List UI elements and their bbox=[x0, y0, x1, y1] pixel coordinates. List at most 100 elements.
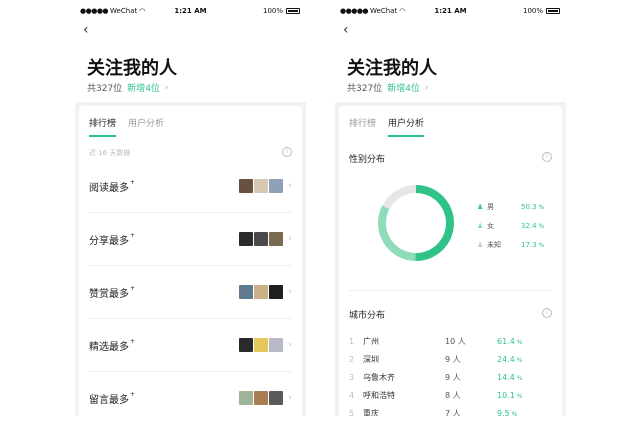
city-rank: 4 bbox=[349, 390, 355, 400]
tab-ranking[interactable]: 排行榜 bbox=[89, 116, 117, 137]
avatar-group bbox=[239, 338, 284, 352]
city-rank: 1 bbox=[349, 336, 355, 346]
content-card: 排行榜 用户分析 近 16 天数据 i 阅读最多+ › 分享最多+ › 赞赏最多+ › 精选… bbox=[79, 106, 302, 416]
content-card: 排行榜 用户分析 性别分布 i ♟ 男 50.3 % ♟ 女 32.4 % ♟ 未知 17.3 … bbox=[339, 106, 562, 416]
legend-label: 男 bbox=[487, 203, 494, 211]
plus-mark: + bbox=[130, 390, 136, 398]
percent-unit: % bbox=[536, 242, 545, 249]
percent-unit: % bbox=[509, 410, 518, 417]
city-count: 9 人 bbox=[445, 372, 461, 382]
percent-unit: % bbox=[536, 204, 545, 211]
avatar-group bbox=[239, 391, 284, 405]
ranking-label: 留言最多+ bbox=[89, 390, 136, 406]
ranking-row[interactable]: 阅读最多+ › bbox=[89, 176, 292, 196]
avatar bbox=[254, 391, 269, 405]
avatar bbox=[239, 179, 254, 193]
follower-summary: 共327位 新增4位 › bbox=[87, 81, 169, 95]
city-row: 4 呼和浩特 8 人 10.1 % bbox=[349, 388, 552, 402]
chevron-right-icon: › bbox=[288, 287, 292, 297]
page-header: ‹ 关注我的人 共327位 新增4位 › bbox=[335, 20, 566, 102]
battery-icon bbox=[286, 8, 300, 14]
percent-unit: % bbox=[514, 374, 523, 382]
battery-icon bbox=[546, 8, 560, 14]
page-title: 关注我的人 bbox=[347, 58, 437, 79]
city-row: 1 广州 10 人 61.4 % bbox=[349, 334, 552, 348]
legend-value: 50.3 % bbox=[521, 203, 545, 211]
ranking-row[interactable]: 留言最多+ › bbox=[89, 388, 292, 408]
phone-screen-analysis: ●●●●● WeChat ◠ 1:21 AM 100% ‹ 关注我的人 共327位 … bbox=[335, 0, 566, 416]
chevron-right-icon: › bbox=[288, 393, 292, 403]
city-row: 3 乌鲁木齐 9 人 14.4 % bbox=[349, 370, 552, 384]
avatar bbox=[254, 232, 269, 246]
avatar bbox=[239, 232, 254, 246]
ranking-row[interactable]: 精选最多+ › bbox=[89, 335, 292, 355]
city-count: 9 人 bbox=[445, 354, 461, 364]
legend-label: 未知 bbox=[487, 241, 501, 249]
legend-label: 女 bbox=[487, 222, 494, 230]
avatar bbox=[239, 285, 254, 299]
ranking-label: 精选最多+ bbox=[89, 337, 136, 353]
status-bar: ●●●●● WeChat ◠ 1:21 AM 100% bbox=[75, 0, 306, 20]
avatar bbox=[254, 338, 269, 352]
tab-user-analysis[interactable]: 用户分析 bbox=[388, 116, 425, 137]
city-percent: 14.4 % bbox=[497, 372, 523, 382]
ranking-label: 阅读最多+ bbox=[89, 178, 136, 194]
chevron-right-icon: › bbox=[424, 82, 429, 93]
info-icon[interactable]: i bbox=[542, 152, 552, 162]
city-count: 8 人 bbox=[445, 390, 461, 400]
period-label: 近 16 天数据 bbox=[89, 149, 131, 157]
city-name: 乌鲁木齐 bbox=[363, 372, 395, 382]
divider bbox=[89, 371, 292, 372]
percent-unit: % bbox=[514, 356, 523, 364]
avatar-group bbox=[239, 179, 284, 193]
chevron-right-icon: › bbox=[288, 234, 292, 244]
ranking-row[interactable]: 分享最多+ › bbox=[89, 229, 292, 249]
legend-value: 17.3 % bbox=[521, 241, 545, 249]
ranking-label: 分享最多+ bbox=[89, 231, 136, 247]
battery-label: 100% bbox=[262, 7, 283, 15]
legend-item: ♟ 男 50.3 % bbox=[477, 202, 544, 212]
donut-slice bbox=[382, 185, 416, 210]
divider bbox=[349, 290, 552, 291]
ranking-row[interactable]: 赞赏最多+ › bbox=[89, 282, 292, 302]
battery-label: 100% bbox=[522, 7, 543, 15]
divider bbox=[89, 212, 292, 213]
info-icon[interactable]: i bbox=[282, 147, 292, 157]
legend-item: ♟ 女 32.4 % bbox=[477, 221, 544, 231]
plus-mark: + bbox=[130, 337, 136, 345]
donut-slice bbox=[378, 205, 416, 261]
city-section-title: 城市分布 bbox=[349, 311, 386, 321]
city-rank: 2 bbox=[349, 354, 355, 364]
tab-ranking[interactable]: 排行榜 bbox=[349, 116, 376, 137]
total-followers: 共327位 bbox=[347, 84, 383, 94]
city-name: 深圳 bbox=[363, 354, 379, 364]
page-title: 关注我的人 bbox=[87, 58, 177, 79]
new-followers-link[interactable]: 新增4位 bbox=[127, 81, 160, 94]
avatar bbox=[254, 179, 269, 193]
status-bar: ●●●●● WeChat ◠ 1:21 AM 100% bbox=[335, 0, 566, 20]
avatar bbox=[269, 338, 284, 352]
plus-mark: + bbox=[130, 284, 136, 292]
person-icon: ♟ bbox=[477, 241, 484, 249]
avatar bbox=[269, 232, 284, 246]
legend-item: ♟ 未知 17.3 % bbox=[477, 240, 544, 250]
tab-bar: 排行榜 用户分析 bbox=[89, 116, 164, 137]
city-rank: 5 bbox=[349, 408, 355, 417]
avatar bbox=[269, 391, 284, 405]
tab-user-analysis[interactable]: 用户分析 bbox=[128, 116, 164, 137]
back-icon[interactable]: ‹ bbox=[343, 22, 349, 38]
chevron-right-icon: › bbox=[288, 181, 292, 191]
back-icon[interactable]: ‹ bbox=[83, 22, 89, 38]
person-icon: ♟ bbox=[477, 203, 484, 211]
page-header: ‹ 关注我的人 共327位 新增4位 › bbox=[75, 20, 306, 102]
city-count: 10 人 bbox=[445, 336, 466, 346]
city-name: 广州 bbox=[363, 336, 379, 346]
total-followers: 共327位 bbox=[87, 84, 123, 94]
legend-value: 32.4 % bbox=[521, 222, 545, 230]
info-icon[interactable]: i bbox=[542, 308, 552, 318]
avatar-group bbox=[239, 285, 284, 299]
new-followers-link[interactable]: 新增4位 bbox=[387, 81, 420, 94]
city-row: 2 深圳 9 人 24.4 % bbox=[349, 352, 552, 366]
percent-unit: % bbox=[514, 338, 523, 346]
gender-section-title: 性别分布 bbox=[349, 155, 386, 165]
